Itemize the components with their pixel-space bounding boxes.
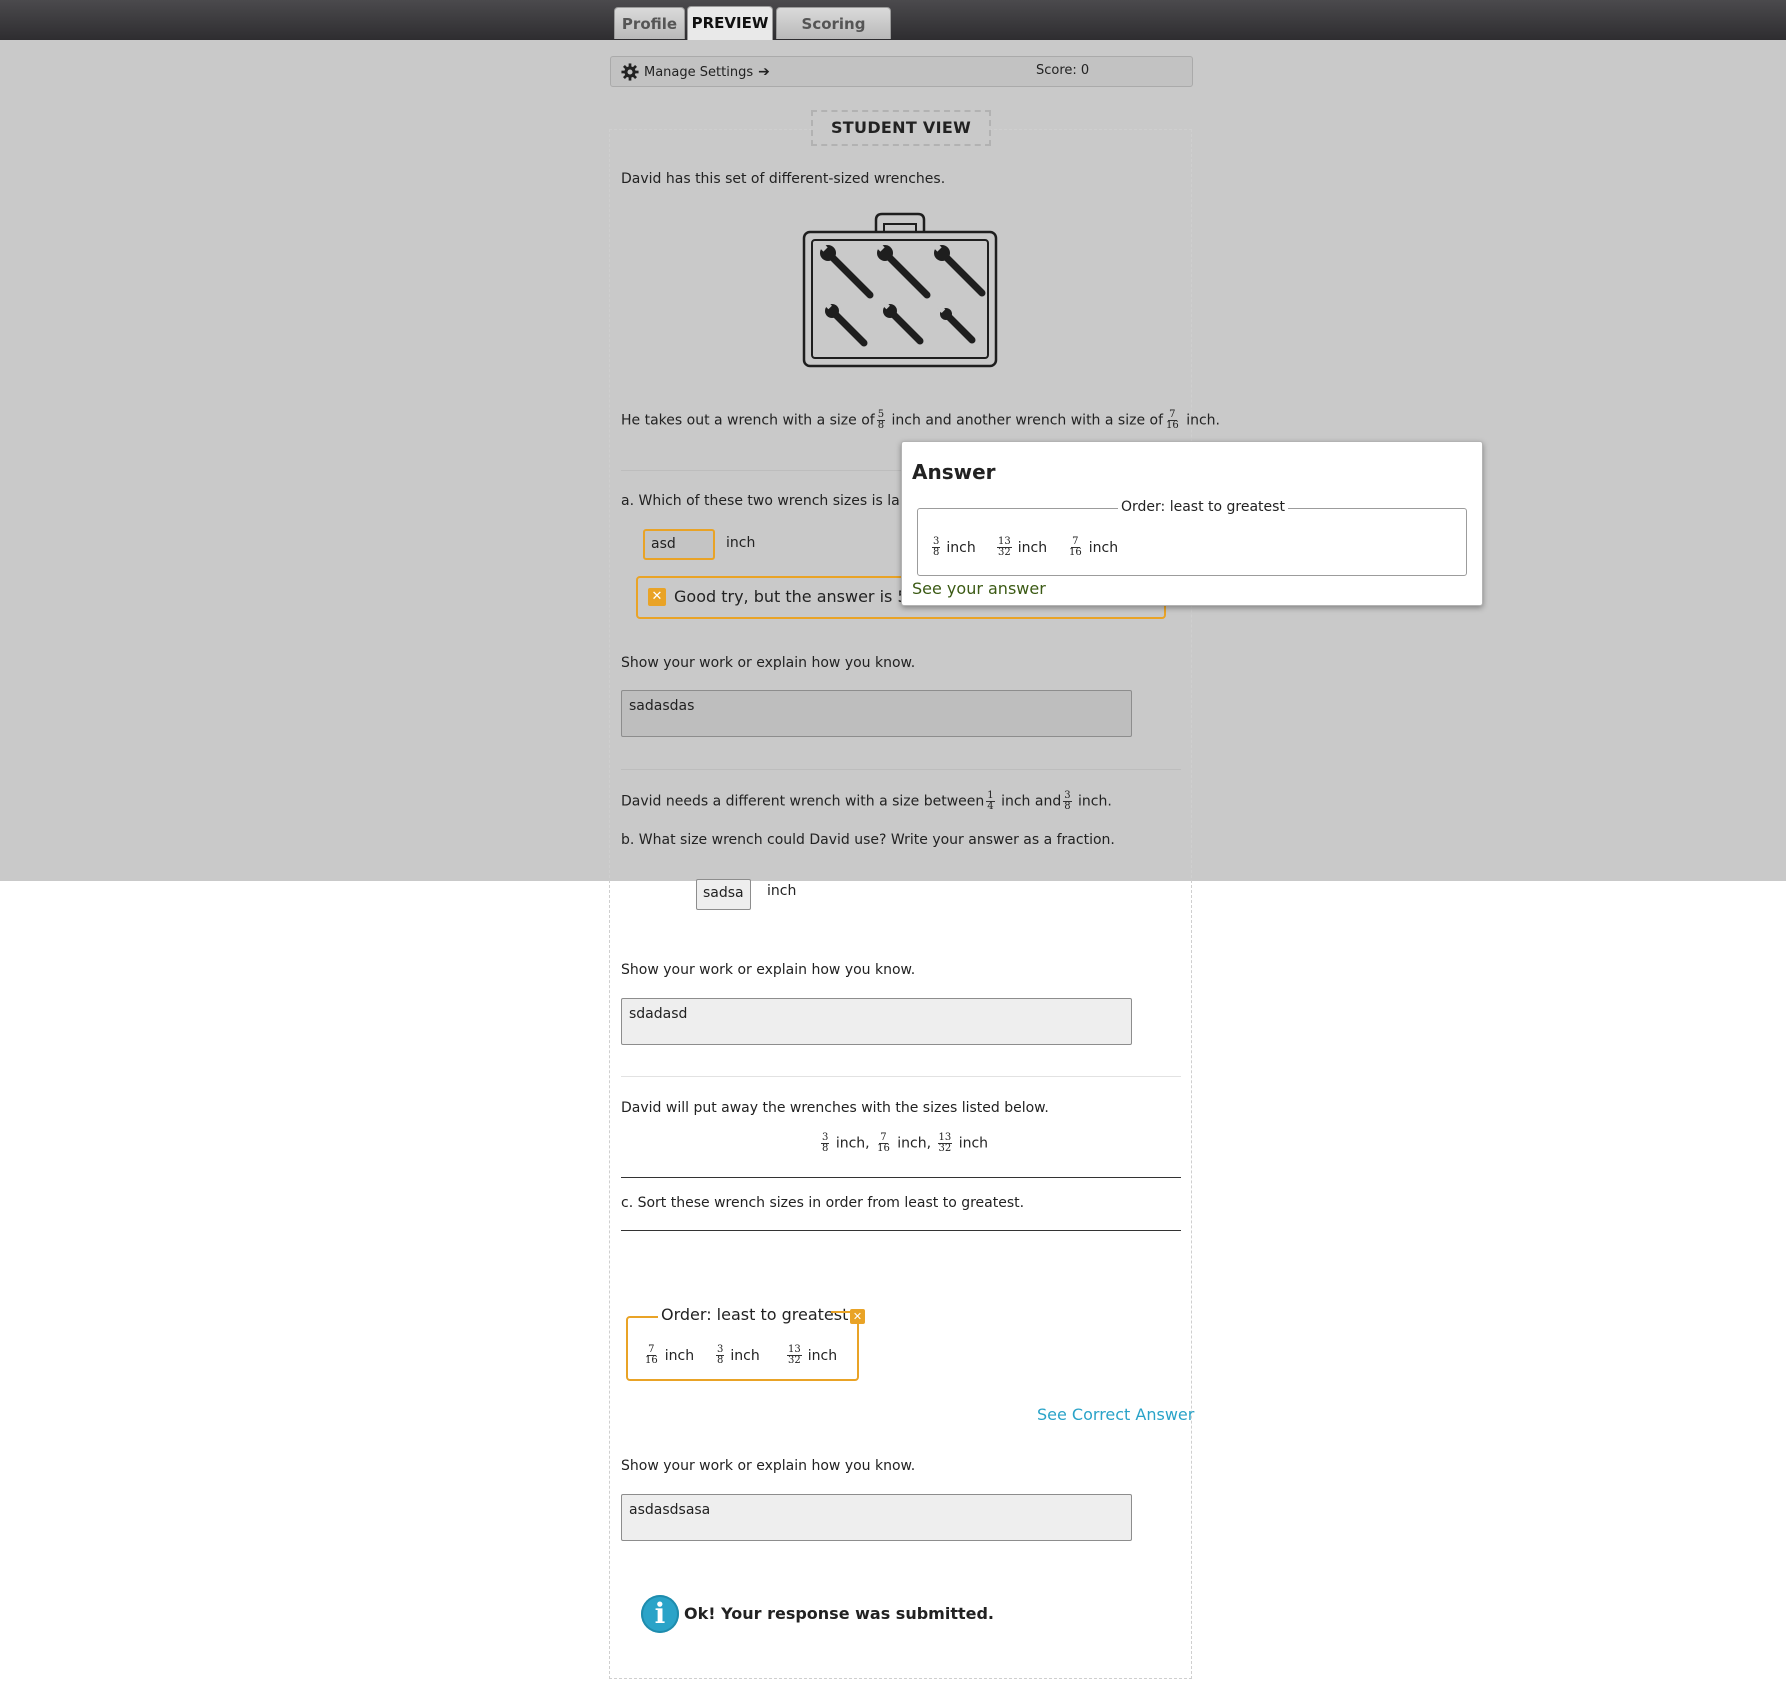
popover-title: Answer: [912, 460, 996, 484]
part-b-question: b. What size wrench could David use? Wri…: [621, 832, 1115, 848]
student-view-label: STUDENT VIEW: [811, 110, 991, 146]
part-c-size-list: 38 inch, 7 16 inch, 13 32 inch: [821, 1132, 989, 1154]
part-b-answer-input[interactable]: sadsa: [696, 879, 751, 910]
part-b-work-textarea[interactable]: sdadasd: [621, 998, 1132, 1045]
part-a-unit: inch: [726, 535, 756, 551]
top-bar: Profile PREVIEW Scoring Guide: [0, 0, 1786, 65]
part-a-question: a. Which of these two wrench sizes is la…: [621, 493, 936, 509]
order-legend: Order: least to greatest: [658, 1305, 852, 1324]
gear-icon: [621, 63, 639, 81]
answer-popover: Answer Order: least to greatest 38 inch …: [901, 441, 1483, 606]
part-c-work-prompt: Show your work or explain how you know.: [621, 1458, 916, 1474]
part-a-work-textarea[interactable]: sadasdas: [621, 690, 1132, 737]
fraction-three-eighths: 38: [1063, 790, 1072, 812]
fraction: 38: [821, 1132, 830, 1154]
fraction-seven-sixteenths: 7 16: [1166, 409, 1179, 431]
part-c-work-textarea[interactable]: asdasdsasa: [621, 1494, 1132, 1541]
sortable-item[interactable]: 38 inch: [714, 1345, 760, 1366]
tab-scoring-guide[interactable]: Scoring Guide: [776, 7, 891, 65]
divider: [621, 1076, 1181, 1077]
tab-preview[interactable]: PREVIEW: [687, 6, 773, 40]
fraction: 7 16: [877, 1132, 890, 1154]
popover-order-legend: Order: least to greatest: [1118, 499, 1288, 515]
sortable-item[interactable]: 7 16 inch: [642, 1345, 694, 1366]
incorrect-icon: ✕: [850, 1309, 865, 1324]
tab-profile[interactable]: Profile: [614, 7, 685, 39]
popover-order-box: Order: least to greatest 38 inch 13 32 in…: [917, 499, 1467, 576]
score-text: Score: 0: [1036, 63, 1090, 78]
answer-item: 38 inch: [932, 536, 976, 558]
settings-bar: Manage Settings ➔ Score: 0: [610, 56, 1193, 87]
divider: [621, 769, 1181, 770]
feedback-text: Good try, but the answer is 5/8.: [674, 587, 929, 606]
part-a-answer-input[interactable]: asd: [643, 529, 715, 560]
manage-settings-button[interactable]: Manage Settings ➔: [621, 63, 770, 81]
see-correct-answer-link[interactable]: See Correct Answer: [1037, 1405, 1194, 1424]
divider: [621, 1177, 1181, 1178]
fraction-one-quarter: 14: [986, 790, 995, 812]
fraction-five-eighths: 58: [876, 409, 886, 431]
part-b-unit: inch: [767, 883, 797, 899]
sortable-item[interactable]: 13 32 inch: [785, 1345, 837, 1366]
arrow-right-icon: ➔: [758, 64, 770, 80]
part-c-intro: David will put away the wrenches with th…: [621, 1100, 1049, 1116]
divider: [621, 1230, 1181, 1231]
part-a-work-prompt: Show your work or explain how you know.: [621, 655, 916, 671]
incorrect-icon: ✕: [648, 588, 666, 606]
intro-text: David has this set of different-sized wr…: [621, 171, 946, 187]
info-icon: i: [641, 1595, 679, 1633]
order-sort-box: Order: least to greatest 7 16 inch 38 inc…: [626, 1305, 859, 1381]
fraction: 13 32: [937, 1132, 953, 1154]
part-c-question: c. Sort these wrench sizes in order from…: [621, 1195, 1025, 1211]
see-your-answer-link[interactable]: See your answer: [912, 579, 1046, 598]
toolbox-illustration: [802, 212, 998, 368]
answer-item: 7 16 inch: [1069, 536, 1119, 558]
answer-item: 13 32 inch: [997, 536, 1048, 558]
wrench-sizes-text: He takes out a wrench with a size of 5 8 i…: [621, 409, 1220, 431]
part-b-work-prompt: Show your work or explain how you know.: [621, 962, 916, 978]
manage-settings-label: Manage Settings: [644, 64, 754, 80]
submitted-message: Ok! Your response was submitted.: [684, 1604, 994, 1623]
part-b-intro: David needs a different wrench with a si…: [621, 790, 1112, 812]
